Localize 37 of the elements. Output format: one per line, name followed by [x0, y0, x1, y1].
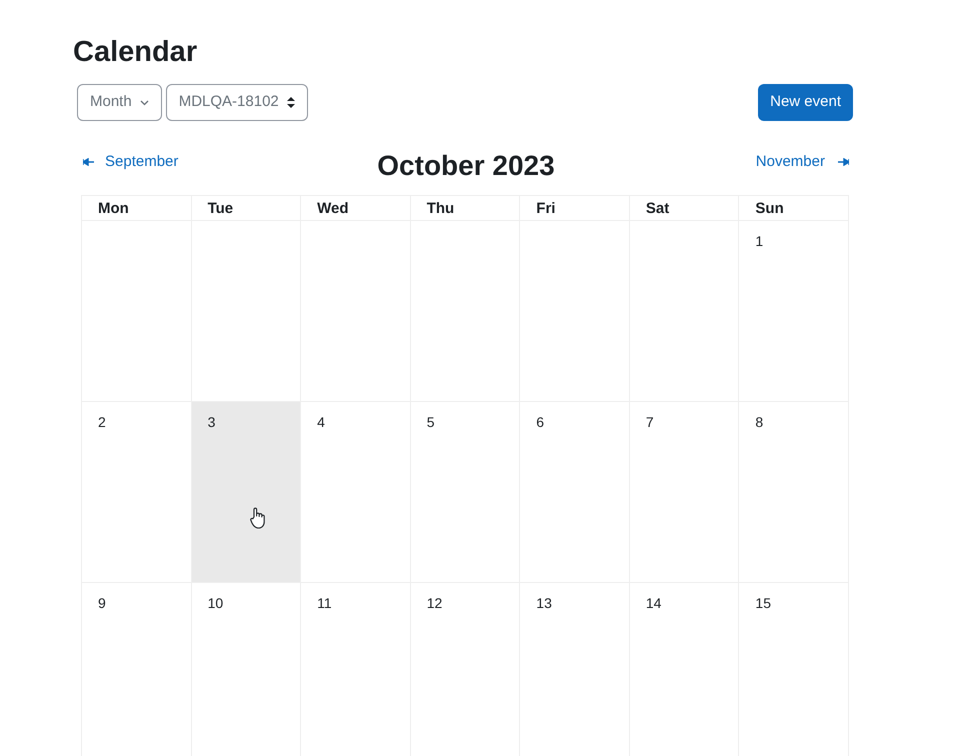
- day-number: 8: [755, 413, 764, 432]
- day-number: 3: [208, 413, 216, 432]
- new-event-button[interactable]: New event: [758, 84, 853, 121]
- month-title: October 2023: [377, 149, 555, 183]
- day-number: 14: [646, 594, 662, 613]
- day-number: 4: [317, 413, 325, 432]
- day-number: 15: [755, 594, 771, 613]
- day-cell[interactable]: 3: [192, 402, 302, 583]
- arrow-left-icon: [83, 158, 95, 166]
- view-select[interactable]: Month: [77, 84, 162, 121]
- sort-arrows-icon: [286, 97, 295, 108]
- day-number: 9: [98, 594, 106, 613]
- day-cell[interactable]: 1: [739, 221, 849, 402]
- next-month-link[interactable]: November: [756, 150, 849, 174]
- hand-pointer-icon: [250, 507, 266, 529]
- day-cell[interactable]: 6: [520, 402, 630, 583]
- day-number: 13: [536, 594, 552, 613]
- day-number: 7: [646, 413, 654, 432]
- day-number: 6: [536, 413, 544, 432]
- page-title: Calendar: [73, 35, 198, 70]
- day-cell[interactable]: 10: [192, 583, 302, 756]
- arrow-right-icon: [836, 158, 849, 166]
- day-cell[interactable]: 12: [410, 583, 520, 756]
- day-number: 2: [98, 413, 106, 432]
- course-select[interactable]: MDLQA-18102: [166, 84, 308, 121]
- day-cell[interactable]: 7: [630, 402, 740, 583]
- day-cell[interactable]: 8: [739, 402, 849, 583]
- day-number: 10: [208, 594, 224, 613]
- day-number: 1: [755, 232, 764, 251]
- previous-month-link[interactable]: September: [83, 150, 178, 174]
- day-number: 11: [317, 594, 332, 613]
- chevron-down-icon: [140, 100, 149, 106]
- day-number: 12: [426, 594, 442, 613]
- day-cell[interactable]: 2: [82, 402, 192, 583]
- day-cell[interactable]: 5: [410, 402, 520, 583]
- day-cell[interactable]: 4: [301, 402, 411, 583]
- day-number: 5: [426, 413, 434, 432]
